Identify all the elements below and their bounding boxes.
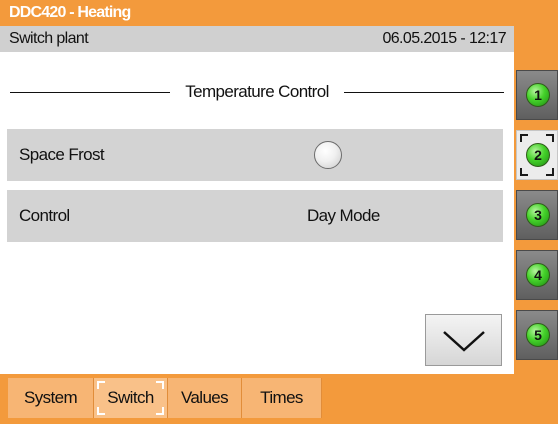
side-button-5[interactable]: 5 [516,310,558,360]
indicator-2: 2 [526,143,550,167]
main-content: Switch plant 06.05.2015 - 12:17 Temperat… [0,26,514,374]
row-space-frost[interactable]: Space Frost [7,129,503,181]
chevron-down-icon [443,331,485,352]
window-frame: DDC420 - Heating Switch plant 06.05.2015… [0,0,558,424]
tab-system[interactable]: System [8,378,94,418]
row-label: Space Frost [19,145,105,164]
page-name: Switch plant [9,30,89,47]
side-button-4[interactable]: 4 [516,250,558,300]
tab-values[interactable]: Values [168,378,242,418]
indicator-3: 3 [526,203,550,227]
section-title: Temperature Control [181,82,333,101]
title-bar: DDC420 - Heating [0,0,514,26]
indicator-5: 5 [526,323,550,347]
subheader: Switch plant 06.05.2015 - 12:17 [0,26,514,52]
tab-bar: System Switch Values Times [0,374,558,424]
scroll-down-button[interactable] [425,314,502,366]
side-button-2[interactable]: 2 [516,130,558,180]
indicator-4: 4 [526,263,550,287]
tab-switch[interactable]: Switch [94,378,168,418]
row-label: Control [19,206,70,225]
indicator-1: 1 [526,83,550,107]
control-value: Day Mode [307,206,380,225]
window-title: DDC420 - Heating [9,4,131,21]
side-button-1[interactable]: 1 [516,70,558,120]
row-control[interactable]: Control Day Mode [7,190,503,242]
datetime: 06.05.2015 - 12:17 [382,30,506,47]
section-header: Temperature Control [10,80,504,104]
space-frost-radio[interactable] [314,141,342,169]
tab-switch-label: Switch [107,388,154,407]
tab-times[interactable]: Times [242,378,322,418]
side-button-3[interactable]: 3 [516,190,558,240]
